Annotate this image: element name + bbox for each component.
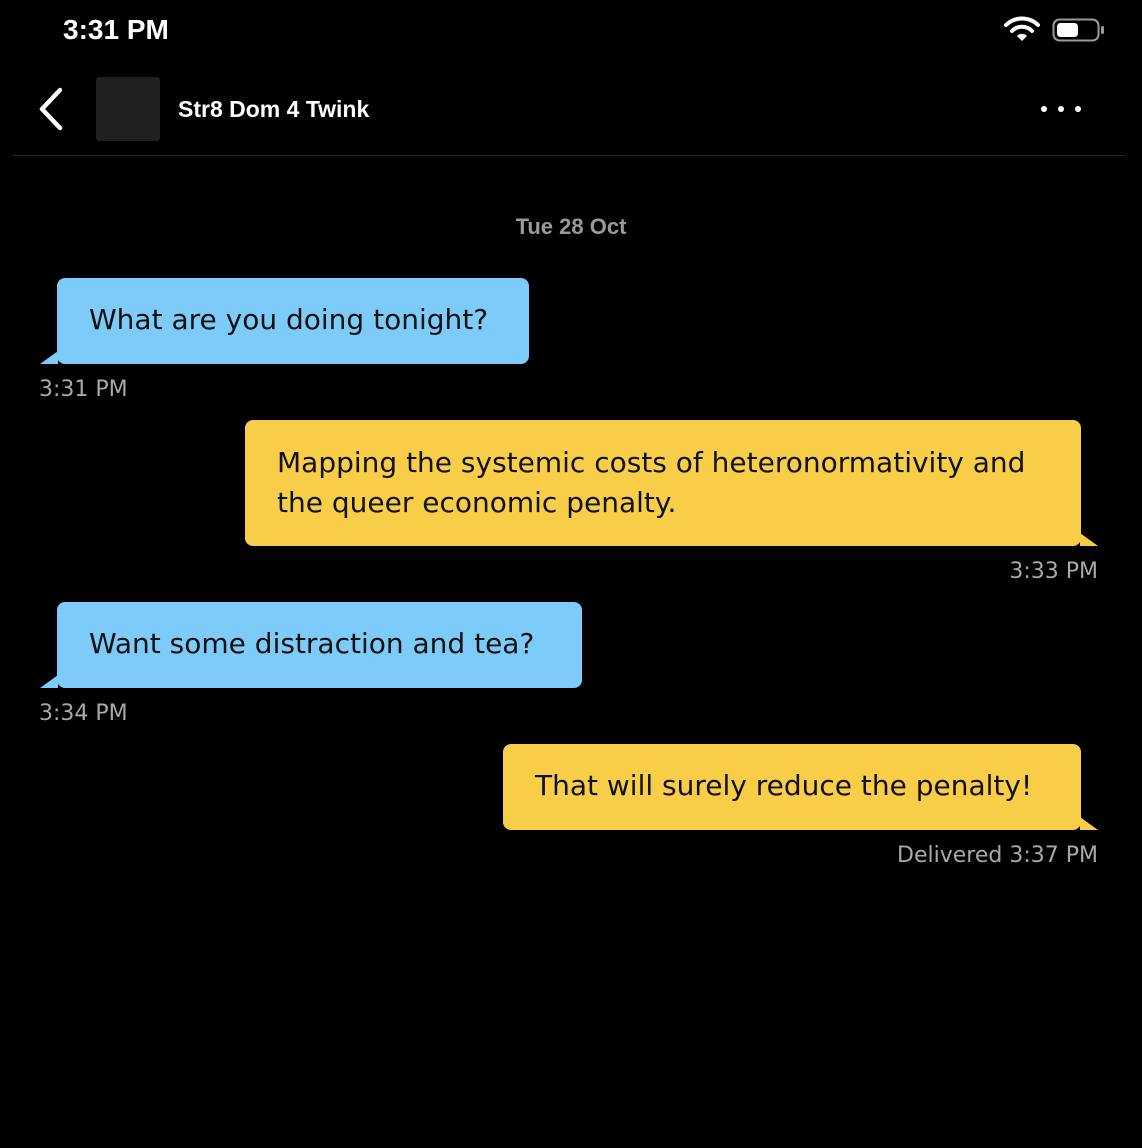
battery-icon [1052, 18, 1104, 42]
message-timestamp: 3:33 PM [1009, 559, 1098, 584]
chevron-left-icon[interactable] [30, 86, 70, 132]
message-timestamp: 3:34 PM [39, 701, 128, 726]
message-text-line: the queer economic penalty. [277, 486, 677, 519]
bubble-tail [40, 675, 58, 688]
message-timestamp: 3:31 PM [39, 377, 128, 402]
bubble-tail [1080, 817, 1098, 830]
message-text: What are you doing tonight? [89, 303, 489, 336]
outgoing-message-bubble[interactable]: That will surely reduce the penalty! [503, 744, 1081, 830]
wifi-icon [1004, 16, 1040, 41]
date-separator: Tue 28 Oct [515, 214, 627, 239]
avatar[interactable] [96, 77, 160, 141]
incoming-message-bubble[interactable]: Want some distraction and tea? [57, 602, 582, 688]
status-time: 3:31 PM [63, 14, 169, 45]
incoming-message-bubble[interactable]: What are you doing tonight? [57, 278, 529, 364]
message-text: That will surely reduce the penalty! [535, 769, 1033, 802]
bubble-tail [40, 351, 58, 364]
bubble-tail [1080, 533, 1098, 546]
message-text-line: Mapping the systemic costs of heteronorm… [277, 446, 1026, 479]
outgoing-message-bubble[interactable]: Mapping the systemic costs of heteronorm… [245, 420, 1081, 546]
message-delivery-status: Delivered 3:37 PM [897, 843, 1098, 868]
contact-name[interactable]: Str8 Dom 4 Twink [178, 94, 369, 124]
more-horizontal-icon[interactable] [1036, 98, 1086, 120]
header-divider [13, 155, 1125, 156]
message-text: Want some distraction and tea? [89, 627, 535, 660]
